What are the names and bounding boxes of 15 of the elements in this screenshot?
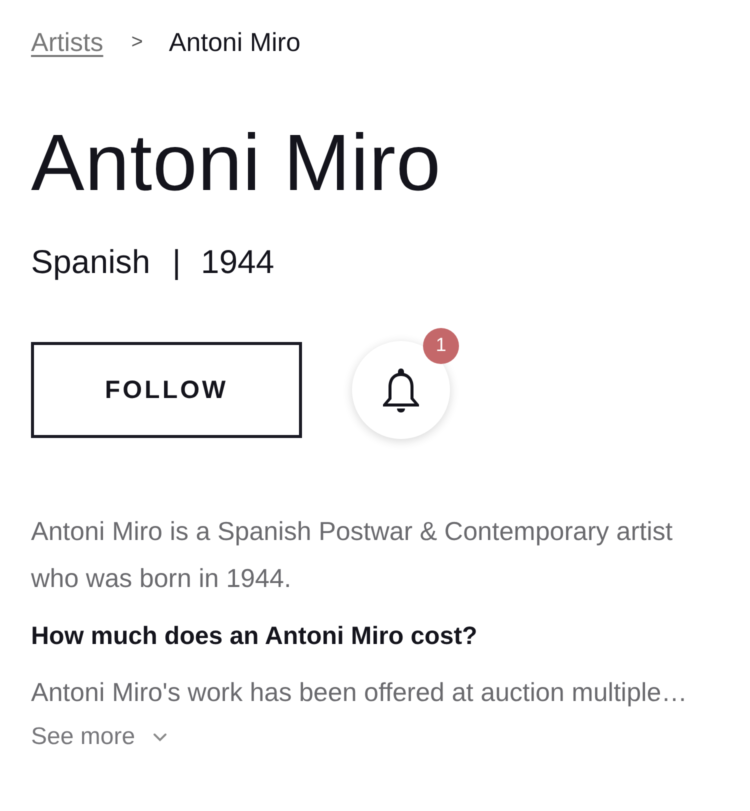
- birth-year: 1944: [200, 242, 274, 282]
- question-heading: How much does an Antoni Miro cost?: [31, 621, 478, 652]
- follow-button[interactable]: FOLLOW: [31, 342, 302, 438]
- meta-separator: |: [172, 242, 181, 282]
- nationality-text: Spanish: [31, 242, 150, 282]
- chevron-down-icon: [153, 732, 168, 742]
- notification-count-badge: 1: [423, 328, 459, 364]
- see-more-link[interactable]: See more: [31, 719, 168, 755]
- artist-name: Antoni Miro: [31, 118, 442, 208]
- description-text: Antoni Miro is a Spanish Postwar & Contemporary artist who was born in 1944.: [31, 515, 674, 595]
- breadcrumb-current: Antoni Miro: [168, 26, 300, 59]
- breadcrumb-separator: >: [131, 30, 143, 55]
- description-text: Antoni Miro's work has been offered at auction multiple…: [31, 676, 688, 709]
- breadcrumb-link[interactable]: Artists: [31, 24, 104, 60]
- bell-icon: [381, 367, 421, 413]
